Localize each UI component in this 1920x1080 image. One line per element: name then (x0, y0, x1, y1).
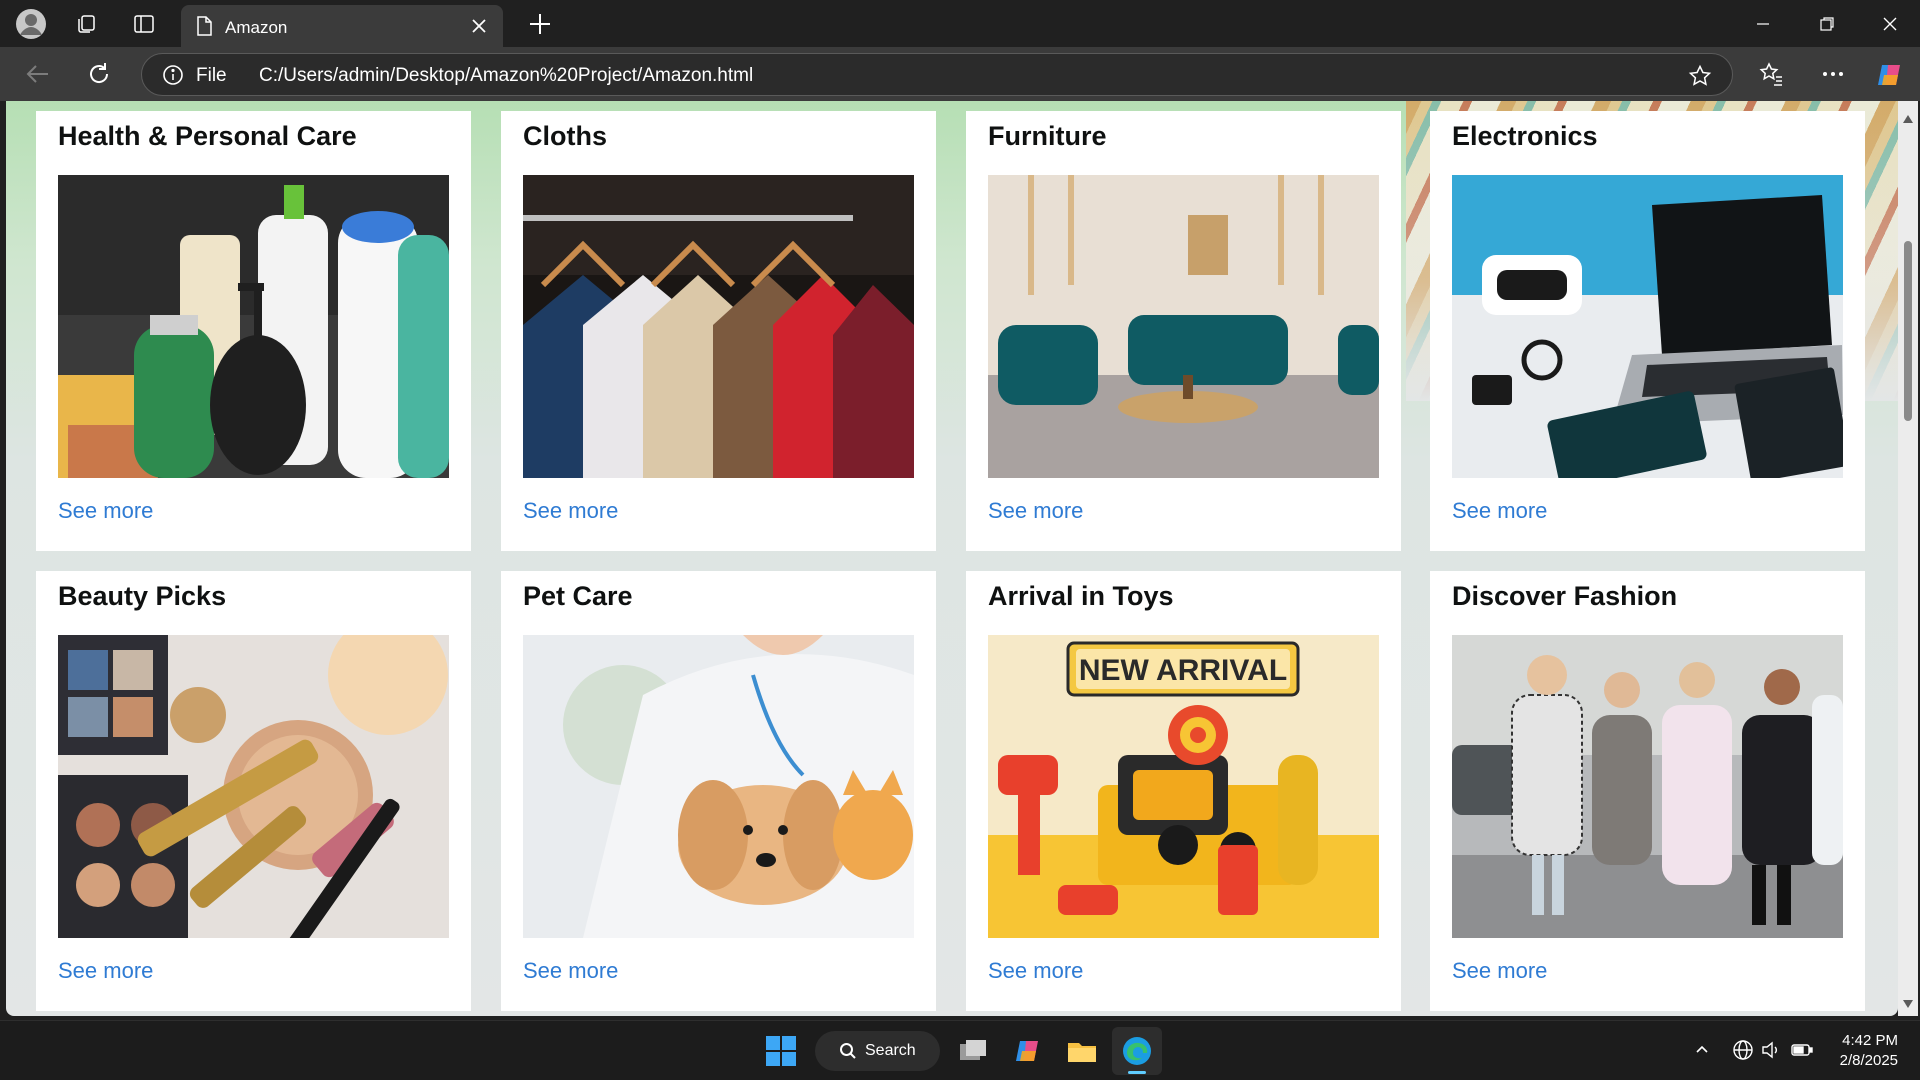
address-url[interactable]: C:/Users/admin/Desktop/Amazon%20Project/… (259, 65, 753, 87)
address-scheme-label: File (196, 65, 227, 86)
taskbar-search[interactable]: Search (815, 1031, 940, 1071)
see-more-link[interactable]: See more (523, 498, 618, 524)
more-options-icon[interactable] (1820, 61, 1846, 92)
battery-icon[interactable] (1790, 1039, 1814, 1066)
see-more-link[interactable]: See more (1452, 498, 1547, 524)
category-card: Pet Care See more (501, 571, 936, 1011)
card-image-furniture[interactable] (988, 175, 1379, 478)
page-viewport: Health & Personal Care See more Cloths S… (6, 101, 1898, 1016)
clock-time: 4:42 PM (1842, 1032, 1898, 1049)
card-image-toys[interactable]: NEW ARRIVAL (988, 635, 1379, 938)
close-window-button[interactable] (1860, 0, 1920, 47)
see-more-link[interactable]: See more (58, 958, 153, 984)
card-image-electronics[interactable] (1452, 175, 1843, 478)
category-card: Health & Personal Care See more (36, 111, 471, 551)
new-tab-button[interactable] (525, 9, 555, 39)
card-title: Arrival in Toys (988, 581, 1174, 611)
search-icon (839, 1042, 857, 1065)
minimize-button[interactable] (1733, 0, 1793, 47)
see-more-link[interactable]: See more (523, 958, 618, 984)
card-title: Pet Care (523, 581, 633, 611)
page-scrollbar[interactable] (1898, 101, 1918, 1016)
category-card: Arrival in Toys NEW ARRIVAL See more (966, 571, 1401, 1011)
browser-tab-active[interactable]: Amazon (181, 5, 503, 47)
file-explorer-icon[interactable] (1066, 1035, 1098, 1072)
system-clock[interactable]: 4:42 PM 2/8/2025 (1826, 1031, 1898, 1071)
close-tab-icon[interactable] (467, 14, 491, 38)
clock-date: 2/8/2025 (1839, 1052, 1898, 1069)
back-arrow-icon[interactable] (24, 60, 52, 93)
card-title: Beauty Picks (58, 581, 227, 611)
card-image-beauty[interactable] (58, 635, 449, 938)
category-card: Electronics See more (1430, 111, 1865, 551)
category-card: Beauty Picks See more (36, 571, 471, 1011)
start-button-icon[interactable] (765, 1035, 797, 1072)
scroll-up-arrow-icon[interactable] (1902, 111, 1914, 129)
search-label: Search (865, 1042, 916, 1059)
copilot-taskbar-icon[interactable] (1012, 1035, 1044, 1072)
toys-sign-text: NEW ARRIVAL (1079, 654, 1287, 687)
favorites-icon[interactable] (1758, 61, 1784, 92)
edge-icon (1121, 1035, 1153, 1072)
category-card: Cloths See more (501, 111, 936, 551)
card-title: Discover Fashion (1452, 581, 1678, 611)
see-more-link[interactable]: See more (988, 958, 1083, 984)
favorite-star-icon[interactable] (1688, 64, 1712, 93)
volume-icon[interactable] (1760, 1039, 1782, 1066)
category-card: Furniture See more (966, 111, 1401, 551)
card-image-personal-care[interactable] (58, 175, 449, 478)
network-globe-icon[interactable] (1732, 1039, 1754, 1066)
profile-avatar-icon[interactable] (12, 0, 50, 47)
address-bar[interactable]: File C:/Users/admin/Desktop/Amazon%20Pro… (141, 53, 1733, 96)
see-more-link[interactable]: See more (1452, 958, 1547, 984)
info-icon[interactable] (162, 64, 184, 91)
card-title: Electronics (1452, 121, 1598, 151)
restore-button[interactable] (1797, 0, 1857, 47)
page-icon (195, 16, 213, 41)
copilot-icon[interactable] (1874, 59, 1906, 96)
category-card: Discover Fashion See more (1430, 571, 1865, 1011)
see-more-link[interactable]: See more (58, 498, 153, 524)
card-image-fashion[interactable] (1452, 635, 1843, 938)
task-view-icon[interactable] (957, 1035, 989, 1072)
tab-title: Amazon (225, 18, 288, 37)
card-title: Furniture (988, 121, 1107, 151)
workspaces-icon[interactable] (70, 0, 102, 47)
card-title: Cloths (523, 121, 607, 151)
browser-titlebar: Amazon (0, 0, 1920, 47)
card-image-pet-care[interactable] (523, 635, 914, 938)
refresh-icon[interactable] (85, 60, 113, 93)
card-image-clothes[interactable] (523, 175, 914, 478)
edge-taskbar-button[interactable] (1112, 1027, 1162, 1075)
card-title: Health & Personal Care (58, 121, 357, 151)
scroll-down-arrow-icon[interactable] (1902, 996, 1914, 1014)
scrollbar-thumb[interactable] (1904, 241, 1912, 421)
see-more-link[interactable]: See more (988, 498, 1083, 524)
windows-taskbar: Search 4:42 PM 2/8/2025 (0, 1020, 1920, 1080)
browser-toolbar: File C:/Users/admin/Desktop/Amazon%20Pro… (0, 47, 1920, 101)
vertical-tabs-icon[interactable] (128, 0, 160, 47)
show-hidden-icons-chevron-icon[interactable] (1694, 1041, 1710, 1062)
